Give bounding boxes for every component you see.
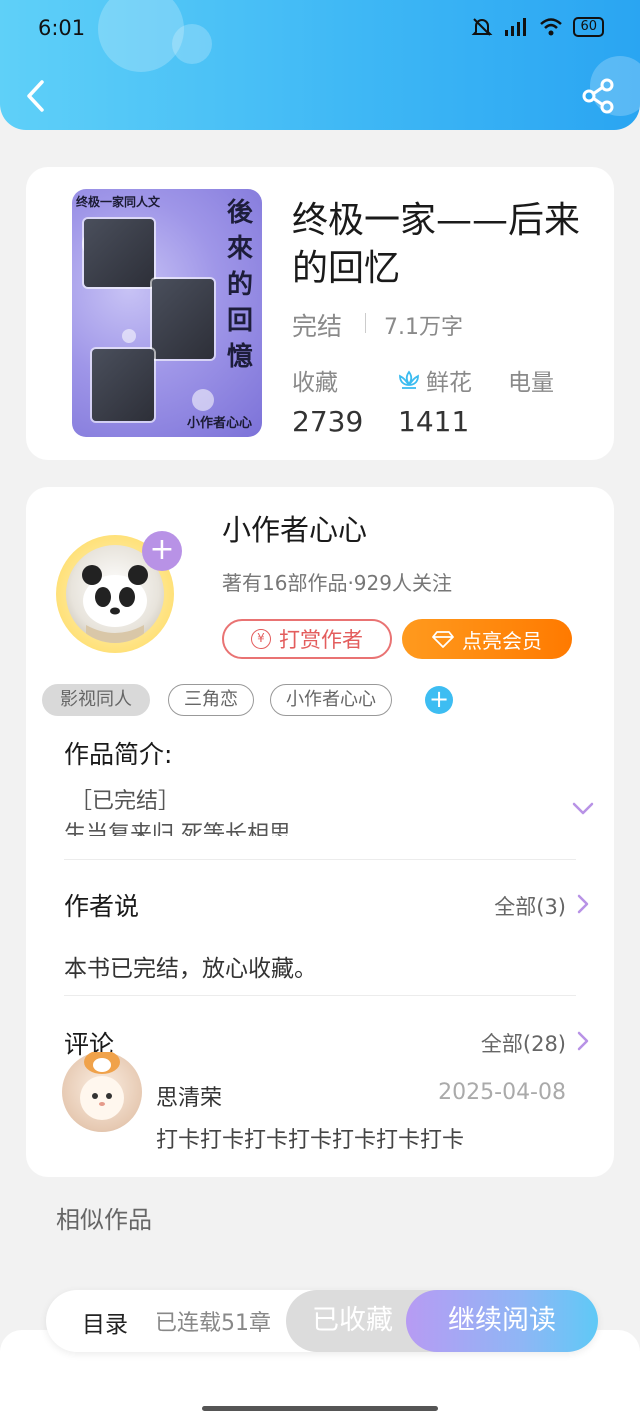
similar-works-title: 相似作品 <box>56 1206 152 1234</box>
stat-value-favorites: 2739 <box>292 405 364 438</box>
author-detail-card: + 小作者心心 著有16部作品·929人关注 ¥ 打赏作者 点亮会员 影视同人 … <box>26 487 614 1177</box>
cover-photo <box>152 279 214 359</box>
signal-icon <box>505 18 527 36</box>
separator <box>365 313 366 333</box>
status-time: 6:01 <box>38 16 86 40</box>
flower-icon <box>399 370 419 389</box>
book-info-card: 终极一家同人文 後 來 的 回 憶 小作者心心 终极一家——后来的回忆 完结 7… <box>26 167 614 460</box>
yen-icon: ¥ <box>251 629 271 649</box>
comments-more-link[interactable]: 全部(28) <box>481 1028 566 1058</box>
book-title: 终极一家——后来的回忆 <box>292 200 581 289</box>
comment-text: 打卡打卡打卡打卡打卡打卡打卡 <box>156 1128 465 1153</box>
book-cover[interactable]: 终极一家同人文 後 來 的 回 憶 小作者心心 <box>72 189 262 437</box>
follow-plus-button[interactable]: + <box>142 531 182 571</box>
intro-title: 作品简介: <box>64 740 173 769</box>
share-button[interactable] <box>580 78 616 114</box>
diamond-icon <box>432 631 454 648</box>
divider <box>64 859 576 860</box>
reward-author-button[interactable]: ¥ 打赏作者 <box>222 619 392 659</box>
add-tag-button[interactable]: + <box>425 686 453 714</box>
status-icons: 60 <box>471 16 604 38</box>
tag-item[interactable]: 小作者心心 <box>270 684 392 716</box>
author-meta: 著有16部作品·929人关注 <box>222 571 452 595</box>
decor-bubble <box>172 24 212 64</box>
book-status: 完结 <box>292 312 343 341</box>
stat-value-flowers: 1411 <box>398 405 470 438</box>
stat-label-power[interactable]: 电量 <box>508 363 554 397</box>
cat-dog-avatar-image <box>80 1050 124 1120</box>
tag-item[interactable]: 影视同人 <box>42 684 150 716</box>
expand-chevron-icon[interactable] <box>571 799 595 819</box>
wifi-icon <box>540 18 563 36</box>
vip-button[interactable]: 点亮会员 <box>402 619 572 659</box>
author-note-text: 本书已完结，放心收藏。 <box>64 956 317 982</box>
back-button[interactable] <box>22 78 52 114</box>
toc-button[interactable]: 目录 <box>82 1305 128 1339</box>
cover-vertical-title: 後 來 的 回 憶 <box>226 198 253 372</box>
author-name[interactable]: 小作者心心 <box>222 507 367 549</box>
stat-label-flowers[interactable]: 鲜花 <box>396 363 472 397</box>
cover-photo <box>84 219 154 287</box>
battery-icon: 60 <box>573 17 604 37</box>
divider <box>64 995 576 996</box>
mute-bell-icon <box>472 18 493 36</box>
intro-line: ［已完结］ <box>70 789 181 814</box>
author-note-title: 作者说 <box>64 892 140 921</box>
stat-label-favorites: 收藏 <box>292 370 338 396</box>
cover-bokeh <box>192 389 214 411</box>
intro-line-truncated: 生当复来归 死等长相思 <box>64 822 291 836</box>
cover-series-text: 终极一家同人文 <box>76 195 161 209</box>
commenter-avatar[interactable] <box>62 1050 142 1132</box>
home-indicator <box>202 1406 438 1411</box>
author-note-more-link[interactable]: 全部(3) <box>494 891 566 921</box>
decor-bubble <box>98 0 184 72</box>
comment-date: 2025-04-08 <box>438 1080 566 1105</box>
word-count: 7.1万字 <box>384 315 463 340</box>
cover-bokeh <box>122 329 136 343</box>
tag-item[interactable]: 三角恋 <box>168 684 254 716</box>
cover-photo <box>92 349 154 421</box>
continue-reading-button[interactable]: 继续阅读 <box>406 1290 598 1352</box>
serial-status[interactable]: 已连载51章 <box>155 1305 271 1337</box>
chevron-right-icon[interactable] <box>576 1030 590 1052</box>
chevron-right-icon[interactable] <box>576 893 590 915</box>
cover-author-text: 小作者心心 <box>186 416 252 431</box>
commenter-name[interactable]: 思清荣 <box>156 1080 222 1112</box>
top-header: 6:01 60 <box>0 0 640 130</box>
